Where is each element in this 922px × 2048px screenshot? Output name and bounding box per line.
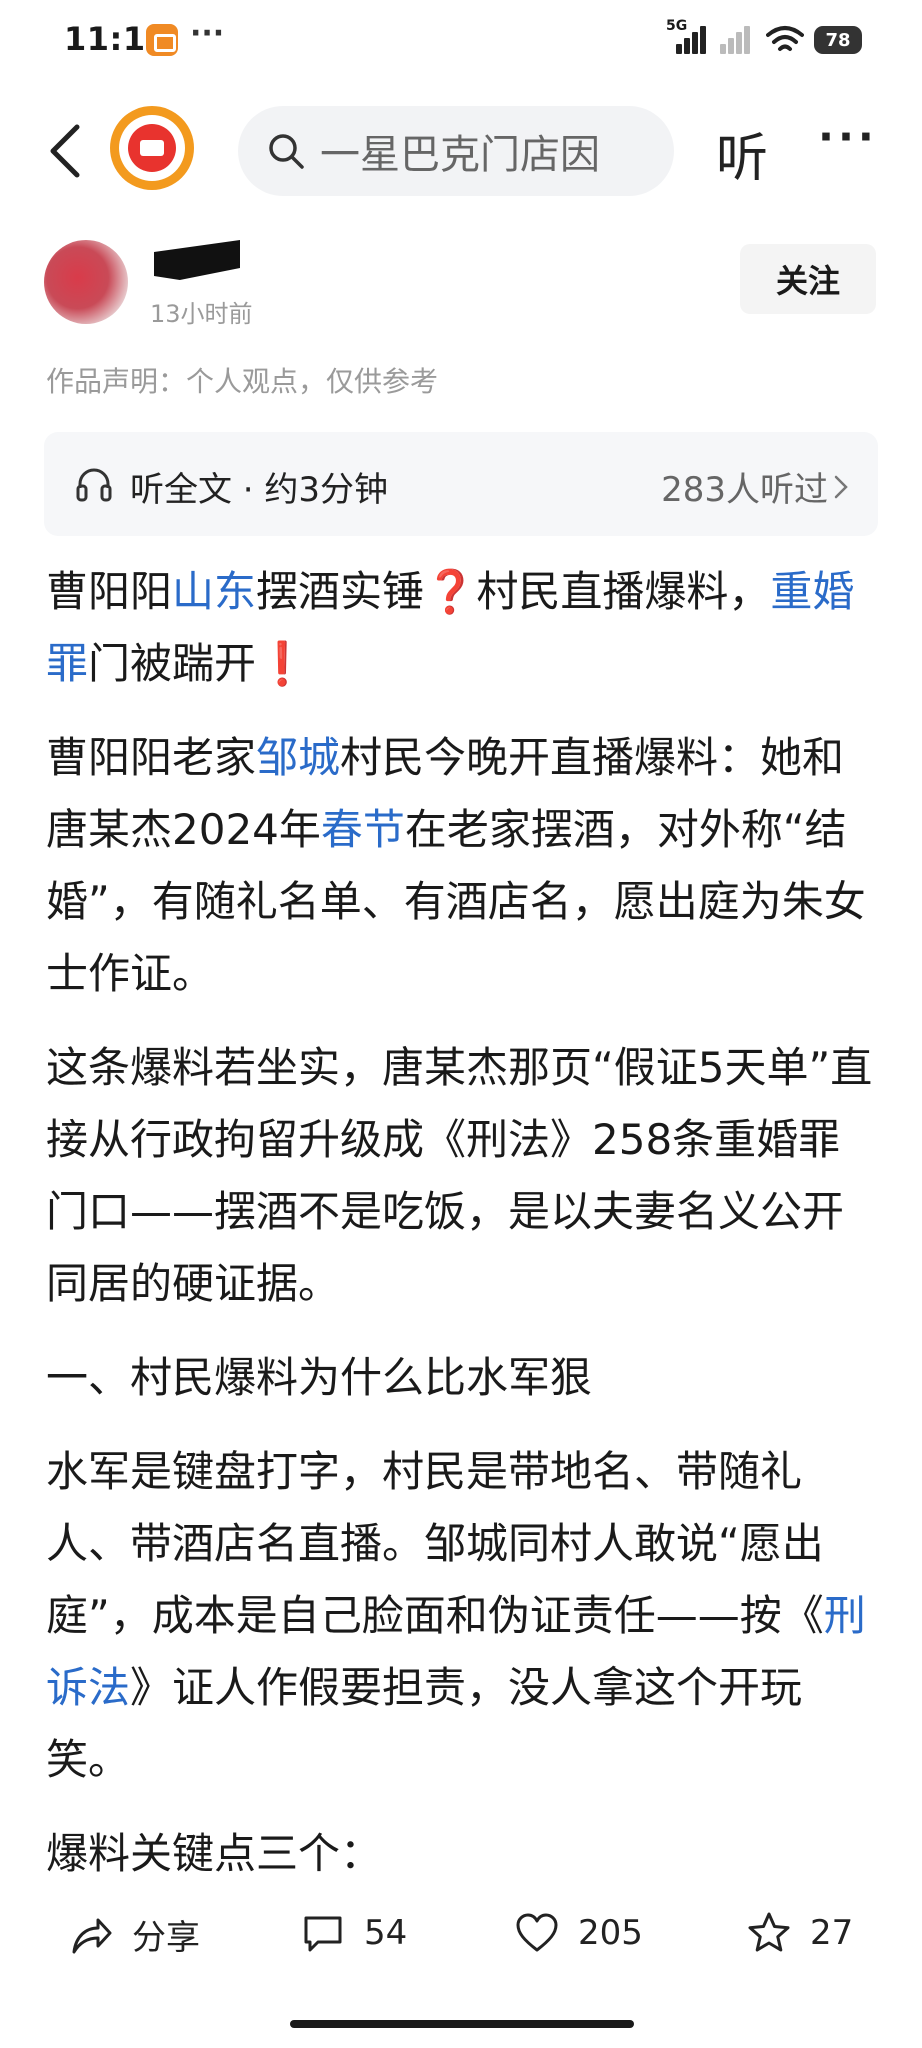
star-icon [748, 1912, 790, 1952]
author-name-redacted[interactable] [154, 240, 240, 280]
bottom-action-bar: 分享 54 205 27 [0, 1884, 922, 1994]
red-exclamation-icon: ❗ [256, 639, 309, 688]
article-paragraph: 爆料关键点三个： [46, 1829, 383, 1878]
content-statement: 作品声明：个人观点，仅供参考 [46, 365, 439, 398]
heart-icon [516, 1913, 558, 1952]
more-options-button[interactable]: ··· [818, 112, 878, 161]
listener-count: 283人听过 [661, 462, 848, 511]
search-query-text: 一星巴克门店因 [320, 132, 600, 178]
chevron-left-icon [50, 124, 80, 178]
article-body: 曹阳阳山东摆酒实锤❓村民直播爆料，重婚罪门被踹开❗ 曹阳阳老家邹城村民今晚开直播… [46, 556, 876, 1912]
article-section-heading: 一、村民爆料为什么比水军狠 [46, 1353, 593, 1402]
search-icon [269, 134, 304, 169]
back-button[interactable] [36, 118, 92, 184]
app-logo[interactable] [110, 106, 194, 190]
collect-count: 27 [810, 1913, 854, 1953]
home-indicator[interactable] [290, 2020, 634, 2028]
search-input[interactable]: 一星巴克门店因 [238, 106, 674, 196]
listen-full-text-card[interactable]: 听全文 · 约3分钟 283人听过 [44, 432, 878, 536]
post-time: 13小时前 [150, 300, 253, 328]
top-navigation: 一星巴克门店因 听 ··· [0, 96, 922, 206]
comment-count: 54 [364, 1913, 408, 1953]
article-paragraph: 曹阳阳老家邹城村民今晚开直播爆料：她和唐某杰2024年春节在老家摆酒，对外称“结… [46, 733, 866, 998]
listen-button[interactable]: 听 [716, 116, 768, 191]
chevron-right-icon [834, 475, 848, 498]
cellular-signal-icon [716, 24, 756, 56]
article-paragraph: 这条爆料若坐实，唐某杰那页“假证5天单”直接从行政拘留升级成《刑法》258条重婚… [46, 1043, 873, 1308]
listener-count-text: 283人听过 [661, 470, 828, 510]
cellular-5g-signal-icon: 5G [666, 18, 706, 56]
like-count: 205 [578, 1913, 643, 1953]
author-row: 13小时前 关注 [0, 236, 922, 336]
topic-tag-shandong[interactable]: 山东 [172, 567, 256, 616]
article-paragraph: 水军是键盘打字，村民是带地名、带随礼人、带酒店名直播。邹城同村人敢说“愿出庭”，… [46, 1447, 866, 1784]
status-more-notifications: ··· [190, 16, 225, 51]
comment-button[interactable]: 54 [300, 1910, 407, 1956]
topic-tag-zoucheng[interactable]: 邹城 [256, 733, 340, 782]
notification-app-icon [146, 24, 178, 56]
article-headline-paragraph: 曹阳阳山东摆酒实锤❓村民直播爆料，重婚罪门被踹开❗ [46, 567, 855, 688]
status-bar: 11:12 ··· 5G 78 [0, 0, 922, 86]
share-button[interactable]: 分享 [68, 1910, 200, 1959]
topic-tag-spring-festival[interactable]: 春节 [321, 805, 405, 854]
battery-indicator: 78 [814, 26, 862, 54]
headphone-icon [76, 468, 112, 502]
share-icon [72, 1918, 112, 1953]
share-label: 分享 [132, 1918, 200, 1958]
red-question-mark-icon: ❓ [424, 567, 477, 616]
follow-button[interactable]: 关注 [740, 244, 876, 314]
network-type-label: 5G [666, 18, 688, 34]
comment-icon [304, 1916, 342, 1952]
listen-duration-label: 听全文 · 约3分钟 [130, 470, 389, 510]
like-button[interactable]: 205 [514, 1910, 643, 1956]
wifi-icon [766, 26, 804, 51]
avatar[interactable] [44, 240, 128, 324]
status-icons: 5G 78 [666, 18, 862, 60]
collect-button[interactable]: 27 [746, 1910, 853, 1956]
